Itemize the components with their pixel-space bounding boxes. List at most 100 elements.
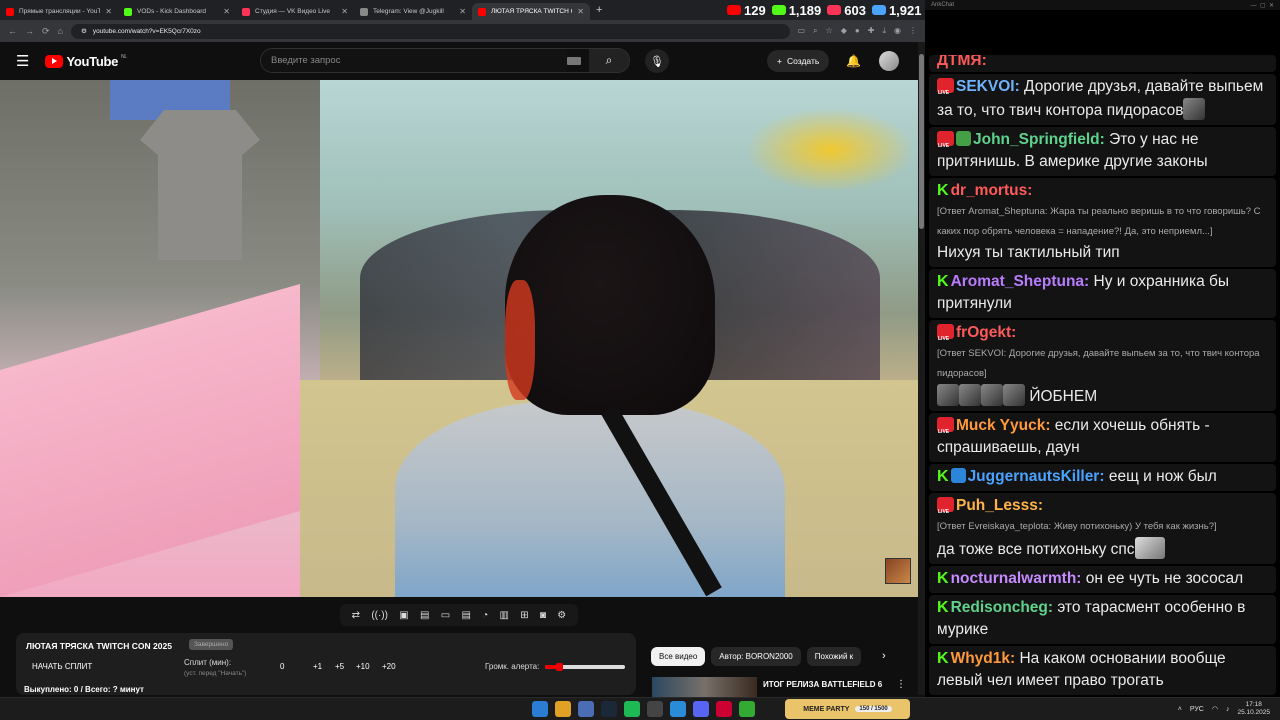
clock[interactable]: 17:18 25.10.2025 — [1237, 701, 1270, 717]
scrollbar-thumb[interactable] — [919, 54, 924, 229]
add-clip-icon[interactable]: ⊞ — [520, 610, 528, 621]
chip-all-videos[interactable]: Все видео — [651, 647, 706, 666]
broadcast-icon[interactable]: ((·)) — [371, 610, 388, 621]
speed-icon[interactable]: ◔ — [482, 610, 488, 621]
increment-button[interactable]: +5 — [335, 662, 344, 671]
back-icon[interactable]: ← — [8, 26, 17, 36]
close-tab-icon[interactable]: ✕ — [577, 7, 584, 16]
video-player[interactable] — [0, 80, 918, 597]
chat-username[interactable]: nocturnalwarmth: — [951, 570, 1082, 587]
new-tab-icon[interactable]: + — [596, 4, 602, 16]
chrome-icon[interactable] — [555, 701, 571, 717]
app-icon[interactable] — [716, 701, 732, 717]
youtube-logo[interactable]: YouTube NL — [45, 54, 127, 69]
chat-username[interactable]: Whyd1k: — [951, 650, 1016, 667]
chat-message[interactable]: John_Springfield: Это у нас не притянишь… — [929, 127, 1276, 176]
chat-username[interactable]: frOgekt: — [956, 324, 1016, 341]
tray-chevron-icon[interactable]: ˄ — [1178, 706, 1182, 713]
browser-tab-active[interactable]: ЛЮТАЯ ТРЯСКА TWITCH CON ✕ — [472, 3, 590, 20]
related-video-item[interactable]: ИТОГ РЕЛИЗА BATTLEFIELD 6 ⋮ — [652, 677, 906, 697]
chat-message[interactable]: frOgekt: [Ответ SEKVOI: Дорогие друзья, д… — [929, 320, 1276, 411]
subtitles-icon[interactable]: ▤ — [461, 610, 470, 621]
app-icon[interactable] — [693, 701, 709, 717]
split-value[interactable]: 0 — [280, 662, 284, 671]
windows-start-icon[interactable] — [532, 701, 548, 717]
notifications-bell-icon[interactable]: 🔔 — [846, 54, 861, 68]
camera-icon[interactable]: ◙ — [540, 610, 546, 621]
chip-similar[interactable]: Похожий к — [806, 647, 862, 666]
channel-watermark[interactable] — [885, 558, 911, 584]
chat-message[interactable]: K Redisoncheg: это тарасмент особенно в м… — [929, 595, 1276, 644]
home-icon[interactable]: ⌂ — [58, 26, 63, 36]
extension-icon[interactable]: ● — [855, 26, 860, 36]
language-indicator[interactable]: РУС — [1190, 706, 1204, 713]
slider-knob[interactable] — [556, 663, 564, 671]
chat-message[interactable]: Kdr_mortus: [Ответ Aromat_Sheptuna: Жара … — [929, 178, 1276, 267]
zoom-icon[interactable]: ⌕ — [813, 26, 817, 36]
clapper-icon[interactable]: ▤ — [420, 610, 429, 621]
increment-button[interactable]: +10 — [356, 662, 370, 671]
window-controls[interactable]: — ▢ ✕ — [1251, 2, 1274, 9]
settings-gear-icon[interactable]: ⚙ — [557, 610, 566, 621]
chat-message[interactable]: Muck Yyuck: если хочешь обнять - спрашив… — [929, 413, 1276, 462]
forward-icon[interactable]: → — [25, 26, 34, 36]
chat-username[interactable]: JuggernautsKiller: — [968, 468, 1105, 485]
close-tab-icon[interactable]: ✕ — [459, 7, 466, 16]
extension-icon[interactable]: ◆ — [841, 26, 847, 36]
discord-icon[interactable] — [578, 701, 594, 717]
chip-author[interactable]: Автор: BORON2000 — [711, 647, 801, 666]
meme-party-widget[interactable]: МЕМЕ PARTY 150 / 1500 — [785, 699, 910, 719]
keyboard-icon[interactable] — [567, 56, 581, 65]
avatar[interactable] — [879, 51, 899, 71]
related-thumbnail[interactable] — [652, 677, 757, 697]
reload-icon[interactable]: ⟳ — [42, 26, 50, 37]
increment-button[interactable]: +1 — [313, 662, 322, 671]
app-icon[interactable] — [739, 701, 755, 717]
loop-icon[interactable]: ⇄ — [352, 610, 360, 621]
chat-username[interactable]: Redisoncheg: — [951, 599, 1053, 616]
page-scrollbar[interactable] — [918, 42, 925, 695]
chat-username[interactable]: dr_mortus: — [951, 182, 1033, 199]
chat-username[interactable]: Aromat_Sheptuna: — [951, 273, 1090, 290]
chat-message[interactable]: SEKVOI: Дорогие друзья, давайте выпьем з… — [929, 74, 1276, 125]
film-icon[interactable]: ▥ — [500, 610, 509, 621]
start-split-button[interactable]: НАЧАТЬ СПЛИТ — [32, 662, 92, 671]
site-info-icon[interactable]: ⚙ — [81, 27, 87, 35]
increment-button[interactable]: +20 — [382, 662, 396, 671]
voice-search-button[interactable]: 🎙 — [645, 49, 669, 73]
chevron-right-icon[interactable]: › — [882, 650, 886, 662]
chat-username[interactable]: John_Springfield: — [973, 131, 1105, 148]
url-field[interactable]: ⚙ youtube.com/watch?v=EK5Qcr7X0zo — [70, 23, 790, 39]
chat-username[interactable]: SEKVOI: — [956, 78, 1020, 95]
more-options-icon[interactable]: ⋮ — [896, 679, 906, 690]
bookmark-icon[interactable]: ☆ — [826, 26, 833, 36]
browser-tab[interactable]: Telegram: View @Jugkill ✕ — [354, 3, 472, 20]
browser-tab[interactable]: VODs - Kick Dashboard ✕ — [118, 3, 236, 20]
extensions-puzzle-icon[interactable]: ✚ — [868, 26, 875, 36]
chat-message[interactable]: K Aromat_Sheptuna: Ну и охранника бы прит… — [929, 269, 1276, 318]
hamburger-menu-icon[interactable]: ☰ — [16, 52, 29, 70]
spotify-icon[interactable] — [624, 701, 640, 717]
wifi-icon[interactable]: ◠ — [1212, 705, 1218, 713]
chat-message[interactable]: K Whyd1k: На каком основании вообще левый… — [929, 646, 1276, 695]
steam-icon[interactable] — [601, 701, 617, 717]
chat-username[interactable]: Puh_Lesss: — [956, 497, 1043, 514]
fullscreen-icon[interactable]: ▭ — [441, 610, 450, 621]
close-tab-icon[interactable]: ✕ — [105, 7, 112, 16]
close-tab-icon[interactable]: ✕ — [223, 7, 230, 16]
menu-kebab-icon[interactable]: ⋮ — [909, 26, 917, 36]
browser-tab[interactable]: Прямые трансляции - YouTube ✕ — [0, 3, 118, 20]
alert-volume-slider[interactable] — [545, 663, 625, 671]
chat-message-list[interactable]: ДТМЯ: SEKVOI: Дорогие друзья, давайте вып… — [925, 55, 1280, 697]
chat-message[interactable]: K JuggernautsKiller: еещ и нож был — [929, 464, 1276, 491]
cast-icon[interactable]: ▭ — [798, 26, 806, 36]
profile-icon[interactable]: ◉ — [894, 26, 901, 36]
volume-icon[interactable]: ♪ — [1226, 706, 1230, 713]
browser-tab[interactable]: Студия — VK Видео Live ✕ — [236, 3, 354, 20]
telegram-icon[interactable] — [670, 701, 686, 717]
create-button[interactable]: + Создать — [767, 50, 830, 72]
chat-message[interactable]: Puh_Lesss: [Ответ Evreiskaya_teplota: Жив… — [929, 493, 1276, 564]
chat-message[interactable]: Knocturnalwarmth: он ее чуть не зососал — [929, 566, 1276, 593]
obs-icon[interactable] — [647, 701, 663, 717]
screenshot-icon[interactable]: ▣ — [399, 610, 408, 621]
